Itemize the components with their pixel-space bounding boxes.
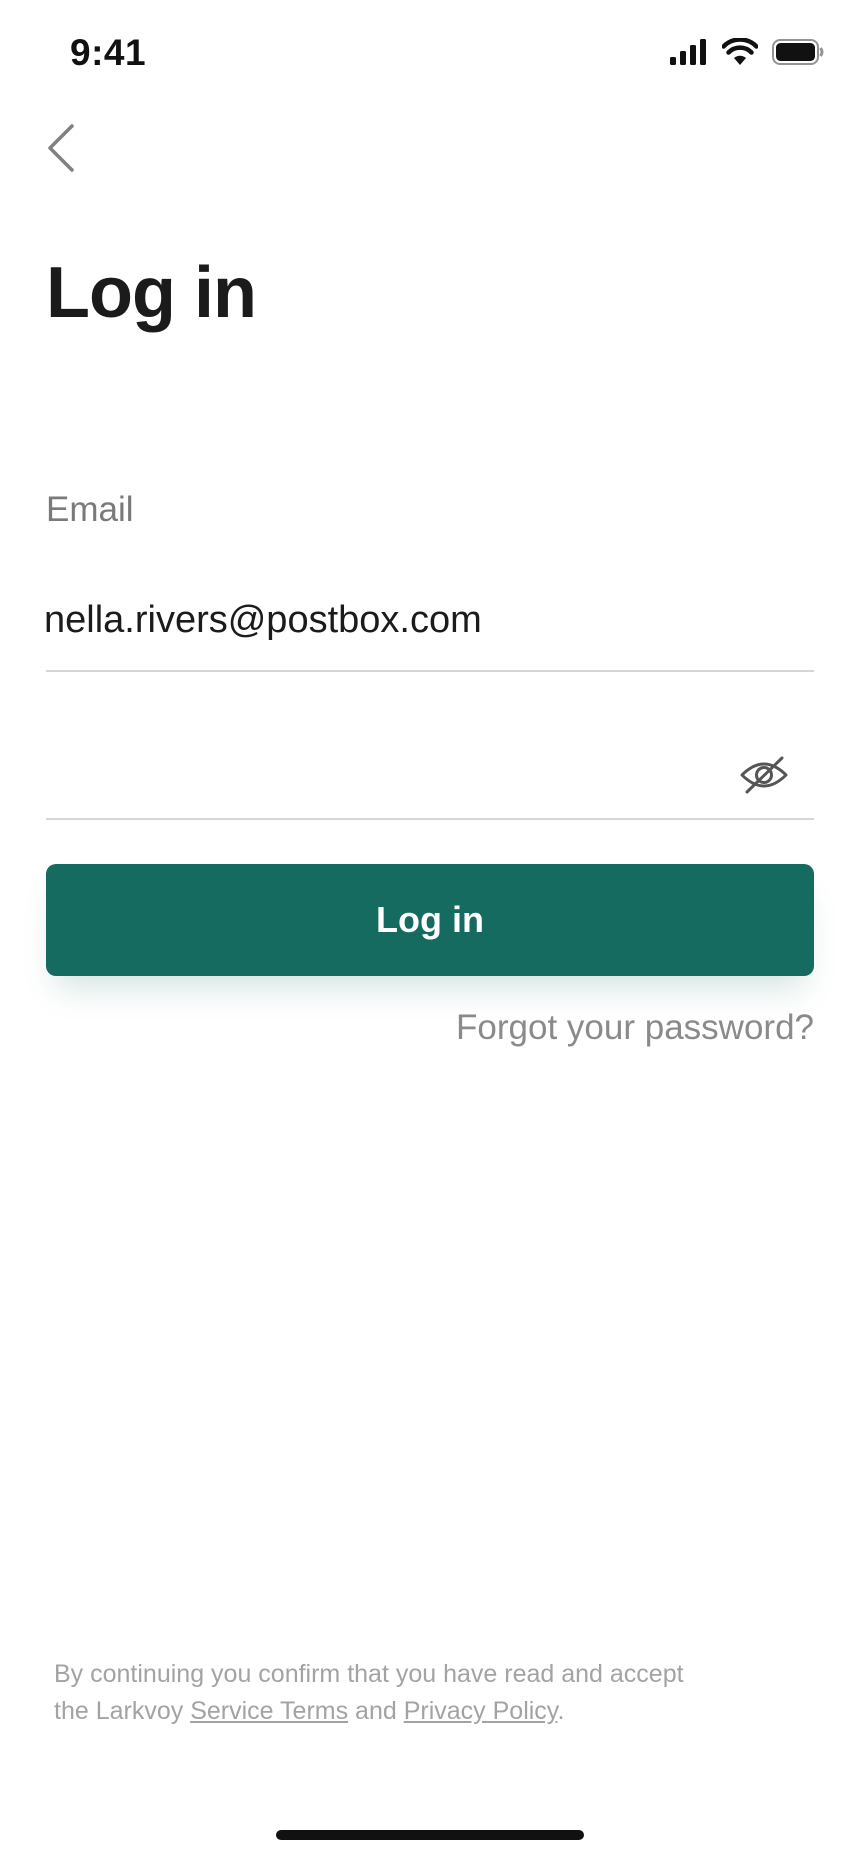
email-underline xyxy=(46,670,814,672)
status-time: 9:41 xyxy=(70,32,147,73)
battery-icon xyxy=(772,39,824,65)
home-indicator xyxy=(276,1830,584,1840)
status-icons xyxy=(670,38,824,66)
login-button[interactable]: Log in xyxy=(46,864,814,976)
cellular-signal-icon xyxy=(670,39,708,65)
password-field[interactable] xyxy=(44,748,724,804)
service-terms-link[interactable]: Service Terms xyxy=(190,1697,348,1725)
legal-and: and xyxy=(348,1697,404,1725)
password-underline xyxy=(46,818,814,820)
eye-slash-icon xyxy=(739,755,789,800)
wifi-icon xyxy=(722,38,758,66)
legal-suffix: . xyxy=(557,1697,565,1725)
legal-line-2: the Larkvoy Service Terms and Privacy Po… xyxy=(54,1693,794,1730)
password-visibility-toggle[interactable] xyxy=(736,752,792,802)
email-field[interactable] xyxy=(44,592,814,648)
back-button[interactable] xyxy=(38,118,84,182)
login-screen: 9:41 Log in Email nella.rivers@postbox.c… xyxy=(0,0,860,1864)
privacy-policy-link[interactable]: Privacy Policy xyxy=(404,1697,558,1725)
legal-prefix: the Larkvoy xyxy=(54,1697,191,1725)
forgot-password-link[interactable]: Forgot your password? xyxy=(456,1008,814,1048)
chevron-left-icon xyxy=(46,123,76,178)
email-label: Email xyxy=(46,490,134,529)
legal-notice: By continuing you confirm that you have … xyxy=(54,1656,794,1730)
legal-line-1: By continuing you confirm that you have … xyxy=(54,1660,684,1688)
page-title: Log in xyxy=(46,253,257,333)
